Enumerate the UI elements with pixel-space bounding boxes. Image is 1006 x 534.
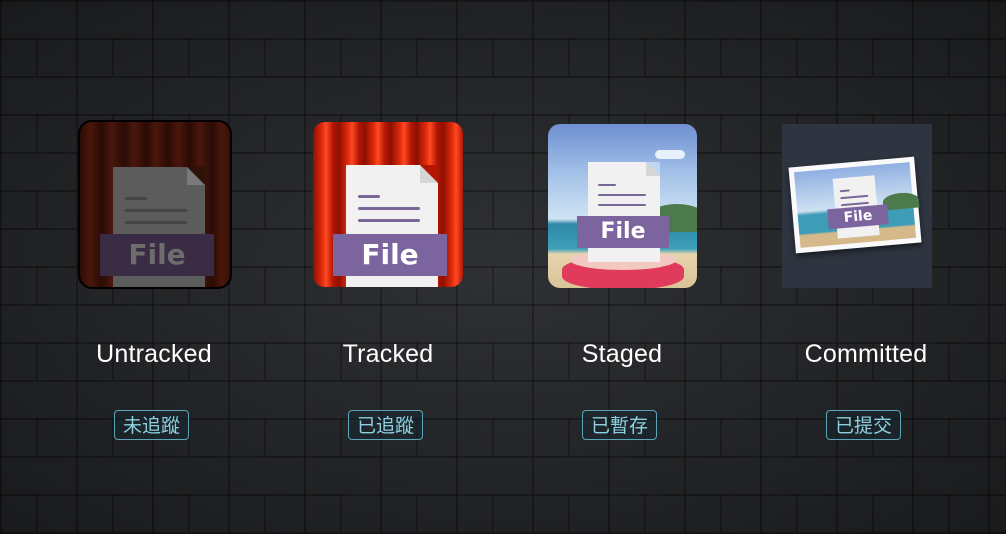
dark-curtain-file-icon: File <box>78 120 232 289</box>
red-curtain-file-icon: File <box>313 122 463 287</box>
stage-title: Untracked <box>96 340 212 368</box>
framed-photo-file-icon: File <box>782 124 932 288</box>
file-banner: File <box>100 234 214 276</box>
stage-badge: 已暫存 <box>582 410 658 440</box>
cloud-shape <box>655 150 685 159</box>
photo-frame: File <box>788 156 922 254</box>
stage-badge: 已追蹤 <box>348 410 424 440</box>
file-banner: File <box>577 216 669 248</box>
stage-title: Tracked <box>342 340 434 368</box>
file-banner: File <box>827 204 889 230</box>
stage-badge: 已提交 <box>826 410 902 440</box>
stage-title: Committed <box>804 340 928 368</box>
photo-scene: File <box>793 162 920 248</box>
stage-title: Staged <box>581 340 663 368</box>
file-banner: File <box>333 234 447 276</box>
beach-podium-file-icon: File <box>548 124 697 288</box>
stage-badge: 未追蹤 <box>114 410 190 440</box>
island-shape <box>882 191 920 211</box>
